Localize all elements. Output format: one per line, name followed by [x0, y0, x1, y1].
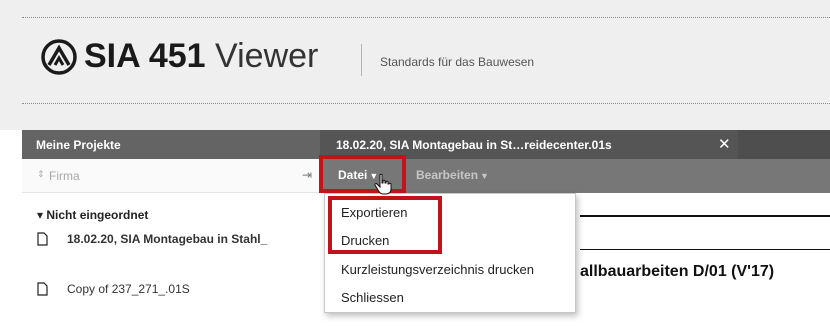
chevron-down-icon: ▼ [480, 171, 489, 181]
document-tab-title: 18.02.20, SIA Montagebau in St…reidecent… [336, 138, 612, 152]
file-icon [37, 232, 48, 246]
app-title-light: Viewer [215, 37, 319, 75]
highlight-box-datei [319, 155, 406, 193]
projects-panel-title: Meine Projekte [22, 130, 320, 159]
expand-triangle-icon[interactable]: ▾ [37, 208, 43, 222]
menu-item-kurzleistungsverzeichnis-drucken[interactable]: Kurzleistungsverzeichnis drucken [341, 262, 534, 277]
close-icon[interactable]: ✕ [718, 135, 731, 153]
hand-cursor-icon [374, 173, 392, 195]
highlight-box-export-print [328, 196, 442, 254]
file-name: Copy of 237_271_.01S [67, 282, 190, 296]
menu-bearbeiten[interactable]: Bearbeiten ▼ [416, 168, 489, 182]
menu-bearbeiten-label: Bearbeiten [416, 168, 479, 182]
sia-logo-icon [41, 39, 77, 75]
app-title: SIA 451 Viewer [84, 34, 318, 78]
file-icon [37, 282, 48, 296]
title-divider [361, 44, 362, 76]
tree-group-nicht-eingeordnet[interactable]: ▾ Nicht eingeordnet [37, 208, 148, 222]
tree-file-item[interactable]: 18.02.20, SIA Montagebau in Stahl_ [37, 231, 319, 249]
sort-arrows-icon[interactable]: ⇕ [37, 169, 45, 180]
document-rule [580, 215, 830, 217]
file-name: 18.02.20, SIA Montagebau in Stahl_ [67, 232, 268, 246]
app-header: SIA 451 Viewer Standards für das Bauwese… [0, 0, 830, 130]
tree-file-item[interactable]: Copy of 237_271_.01S [37, 281, 319, 299]
projects-sort-bar: ⇕ Firma ⇥ [22, 159, 320, 193]
menu-item-schliessen[interactable]: Schliessen [341, 290, 404, 305]
header-top-divider [22, 17, 830, 18]
document-heading: allbauarbeiten D/01 (V'17) [580, 263, 775, 280]
sort-field-label[interactable]: Firma [49, 169, 80, 183]
document-rule [580, 249, 830, 250]
collapse-panel-icon[interactable]: ⇥ [302, 168, 312, 182]
header-bottom-divider [22, 103, 830, 104]
tree-group-label: Nicht eingeordnet [46, 208, 149, 222]
app-title-bold: SIA 451 [84, 37, 206, 75]
app-subtitle: Standards für das Bauwesen [380, 55, 535, 69]
project-tree: ▾ Nicht eingeordnet 18.02.20, SIA Montag… [22, 193, 320, 329]
